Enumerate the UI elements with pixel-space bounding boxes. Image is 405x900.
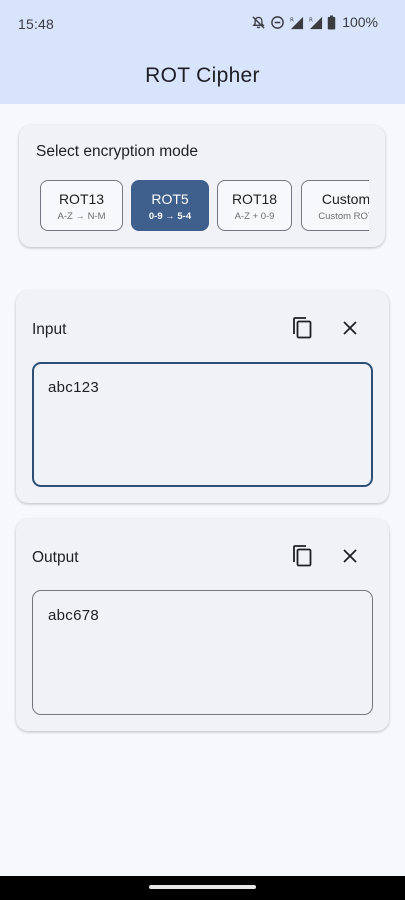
svg-text:R: R (309, 17, 313, 23)
input-text-field[interactable]: abc123 (32, 362, 373, 487)
status-bar: 15:48 R R 100% (0, 0, 405, 48)
app-screen: 15:48 R R 100% ROT Cipher Select encrypt… (0, 0, 405, 900)
battery-icon (327, 14, 336, 30)
input-copy-button[interactable] (288, 316, 316, 344)
mode-chip-rot18[interactable]: ROT18 A-Z + 0-9 (217, 180, 292, 231)
chip-subtitle: 0-9 → 5-4 (148, 211, 192, 222)
chip-subtitle: A-Z → N-M (57, 211, 106, 222)
chip-subtitle: Custom ROT (318, 211, 369, 222)
app-title: ROT Cipher (145, 64, 260, 87)
mode-chip-rot13[interactable]: ROT13 A-Z → N-M (40, 180, 123, 231)
battery-percent: 100% (342, 14, 378, 30)
close-icon (342, 320, 358, 341)
status-icons: R R 100% (251, 14, 378, 30)
chip-label: ROT13 (58, 191, 105, 207)
mode-selection-card: Select encryption mode ROT13 A-Z → N-M R… (19, 125, 385, 247)
copy-icon (291, 316, 313, 345)
signal-r-icon: R (308, 15, 323, 30)
output-label: Output (32, 549, 79, 566)
signal-r-icon: R (289, 15, 304, 30)
chip-label: ROT18 (231, 191, 278, 207)
output-card: Output abc678 (16, 519, 389, 731)
output-clear-button[interactable] (336, 544, 364, 572)
mode-chip-list[interactable]: ROT13 A-Z → N-M ROT5 0-9 → 5-4 ROT18 A-Z… (39, 179, 369, 233)
output-text-field[interactable]: abc678 (32, 590, 373, 715)
chip-subtitle: A-Z + 0-9 (234, 211, 275, 222)
do-not-disturb-icon (270, 15, 285, 30)
input-card: Input abc123 (16, 291, 389, 503)
input-clear-button[interactable] (336, 316, 364, 344)
system-navigation-bar (0, 876, 405, 900)
copy-icon (291, 544, 313, 573)
mode-selection-title: Select encryption mode (36, 143, 198, 160)
output-copy-button[interactable] (288, 544, 316, 572)
close-icon (342, 548, 358, 569)
status-time: 15:48 (18, 16, 55, 32)
mute-icon (251, 15, 266, 30)
chip-label: Custom (321, 191, 369, 207)
input-label: Input (32, 321, 67, 338)
gesture-handle[interactable] (149, 885, 256, 889)
top-app-bar: 15:48 R R 100% ROT Cipher (0, 0, 405, 104)
mode-chip-custom[interactable]: Custom Custom ROT (301, 180, 369, 231)
svg-text:R: R (290, 17, 294, 23)
mode-chip-rot5[interactable]: ROT5 0-9 → 5-4 (131, 180, 209, 231)
chip-label: ROT5 (151, 191, 189, 207)
